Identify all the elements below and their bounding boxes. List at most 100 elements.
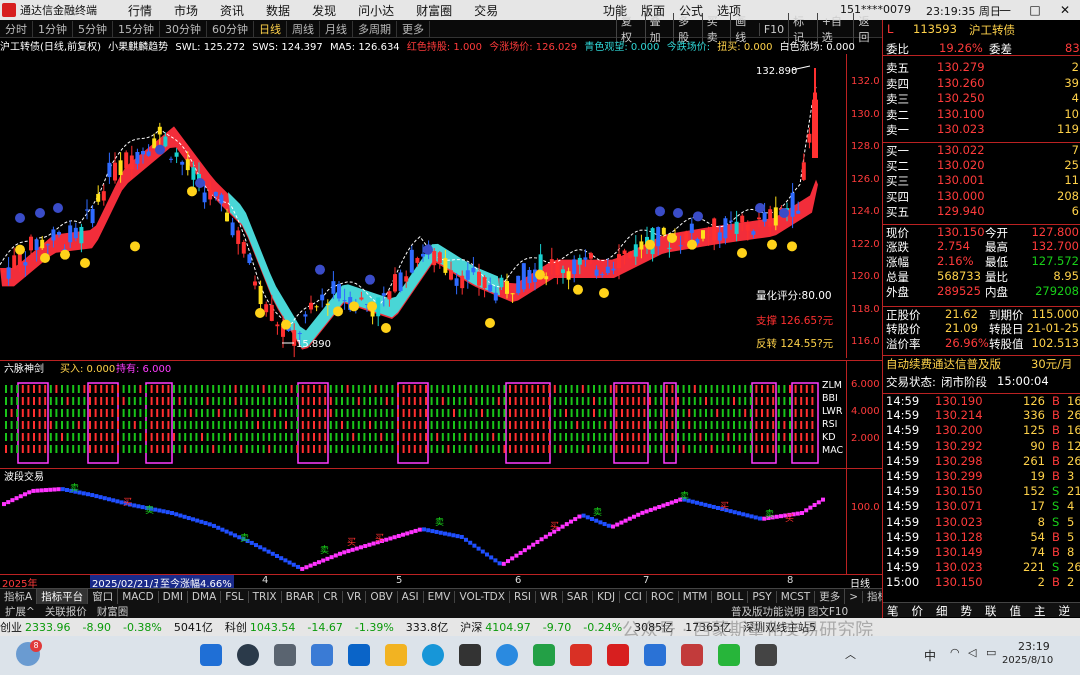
quote-tab[interactable]: 主 [1034, 603, 1046, 619]
bid-row[interactable]: 买四 130.000 208 [883, 189, 1080, 204]
menu-shuju[interactable]: 数据 [255, 2, 301, 19]
indicator-tab[interactable]: MTM [679, 590, 713, 603]
indicator-tab[interactable]: DMA [188, 590, 222, 603]
promo-row[interactable]: 自动续费通达信普及版 30元/月 [883, 355, 1080, 372]
menu-zixun[interactable]: 资讯 [209, 2, 255, 19]
quote-tab[interactable]: 势 [961, 603, 973, 619]
vscode-icon[interactable] [644, 644, 666, 666]
indicator-tab[interactable]: 窗口 [88, 589, 119, 604]
taskview-icon[interactable] [274, 644, 296, 666]
indicator-tab[interactable]: 指标B [863, 589, 882, 604]
indicator-tab[interactable]: ASI [398, 590, 424, 603]
indicator-tab[interactable]: VR [343, 590, 367, 603]
indicator-tab[interactable]: MACD [118, 590, 159, 603]
indicator-tab[interactable]: 指标A [0, 589, 38, 604]
indicator-tab[interactable]: BRAR [282, 590, 320, 603]
bodong-panel[interactable]: 波段交易卖卖卖卖卖卖卖卖买买 买买买买 [0, 468, 846, 574]
wechat-icon[interactable] [718, 644, 740, 666]
taskbar-date[interactable]: 2025/8/10 [1002, 655, 1053, 666]
index-item[interactable]: 沪深 4104.97 [460, 619, 537, 635]
wealth-circle-tab[interactable]: 财富圈 [92, 604, 134, 619]
indicator-tab[interactable]: CR [319, 590, 343, 603]
index-item[interactable]: -9.70 [543, 621, 577, 634]
quote-tab[interactable]: 逆 [1059, 603, 1071, 619]
wifi-icon[interactable]: ◠ [950, 646, 960, 659]
tool-f10[interactable]: F10 [758, 22, 788, 36]
menu-faxian[interactable]: 发现 [301, 2, 347, 19]
bid-row[interactable]: 买二 130.020 25 [883, 158, 1080, 173]
indicator-tab[interactable]: FSL [221, 590, 249, 603]
quote-tab[interactable]: 价 [912, 603, 924, 619]
maximize-button[interactable]: □ [1020, 3, 1050, 17]
quote-tab[interactable]: 值 [1010, 603, 1022, 619]
wps-icon[interactable] [570, 644, 592, 666]
indicator-tab[interactable]: DMI [159, 590, 188, 603]
indicator-tab[interactable]: MCST [777, 590, 816, 603]
candlestick-chart[interactable]: 132.89015.890量化评分:80.00支撑 126.65?元反转 124… [0, 54, 846, 358]
promo-text[interactable]: 自动续费通达信普及版 [886, 356, 1001, 372]
index-item[interactable]: -14.67 [307, 621, 348, 634]
index-item[interactable]: 333.8亿 [406, 619, 455, 635]
period-1min[interactable]: 1分钟 [33, 20, 73, 37]
index-item[interactable]: 科创 1043.54 [225, 619, 302, 635]
ask-row[interactable]: 卖二 130.100 10 [883, 107, 1080, 122]
index-item[interactable]: -8.90 [83, 621, 117, 634]
index-item[interactable]: -1.39% [355, 621, 400, 634]
period-more[interactable]: 更多 [397, 20, 430, 37]
period-30min[interactable]: 30分钟 [160, 20, 207, 37]
menu-shichang[interactable]: 市场 [163, 2, 209, 19]
menu-jiaoyi[interactable]: 交易 [463, 2, 509, 19]
ask-row[interactable]: 卖五 130.279 2 [883, 60, 1080, 75]
period-daily[interactable]: 日线 [254, 20, 287, 37]
browser-icon[interactable] [496, 644, 518, 666]
store-icon[interactable] [311, 644, 333, 666]
bid-row[interactable]: 买三 130.001 11 [883, 173, 1080, 188]
ppt-icon[interactable] [681, 644, 703, 666]
tdx-icon[interactable] [607, 644, 629, 666]
period-weekly[interactable]: 周线 [287, 20, 320, 37]
period-15min[interactable]: 15分钟 [113, 20, 160, 37]
promo-price[interactable]: 30元/月 [1031, 356, 1073, 372]
volume-icon[interactable]: ◁ [968, 646, 976, 659]
indicator-tab[interactable]: 更多 [815, 589, 846, 604]
indicator-tab[interactable]: PSY [748, 590, 777, 603]
menu-caifuquan[interactable]: 财富圈 [405, 2, 463, 19]
expand-tab[interactable]: 扩展^ [0, 604, 40, 619]
taskbar-time[interactable]: 23:19 [1018, 640, 1050, 653]
indicator-tab[interactable]: WR [536, 590, 563, 603]
indicator-tab[interactable]: CCI [620, 590, 647, 603]
green-app-icon[interactable] [533, 644, 555, 666]
screen-app-icon[interactable] [755, 644, 777, 666]
bid-row[interactable]: 买一 130.022 7 [883, 142, 1080, 158]
period-fenshi[interactable]: 分时 [0, 20, 33, 37]
related-quote-tab[interactable]: 关联报价 [40, 604, 92, 619]
index-item[interactable]: 5041亿 [174, 619, 219, 635]
indicator-tab[interactable]: VOL-TDX [455, 590, 510, 603]
menu-hangqing[interactable]: 行情 [117, 2, 163, 19]
period-60min[interactable]: 60分钟 [207, 20, 254, 37]
cube-app-icon[interactable] [459, 644, 481, 666]
menu-wenxiaoda[interactable]: 问小达 [347, 2, 405, 19]
period-multi[interactable]: 多周期 [353, 20, 397, 37]
indicator-tab[interactable]: OBV [366, 590, 398, 603]
ask-row[interactable]: 卖四 130.260 39 [883, 76, 1080, 91]
ask-row[interactable]: 卖一 130.023 119 [883, 122, 1080, 137]
indicator-tab[interactable]: > [845, 590, 864, 603]
outlook-icon[interactable] [348, 644, 370, 666]
indicator-tab[interactable]: RSI [510, 590, 536, 603]
tray-chevron-icon[interactable]: ︿ [845, 646, 856, 662]
period-5min[interactable]: 5分钟 [73, 20, 113, 37]
indicator-name[interactable]: 小果麒麟趋势 [108, 42, 168, 53]
search-icon[interactable] [237, 644, 259, 666]
indicator-tab[interactable]: ROC [647, 590, 679, 603]
indicator-tab[interactable]: EMV [424, 590, 456, 603]
quote-tab[interactable]: 笔 [887, 603, 899, 619]
start-icon[interactable] [200, 644, 222, 666]
edge-icon[interactable] [422, 644, 444, 666]
quote-tab[interactable]: 联 [985, 603, 997, 619]
ime-indicator[interactable]: 中 [924, 647, 936, 664]
index-item[interactable]: -0.38% [123, 621, 168, 634]
folder-icon[interactable] [385, 644, 407, 666]
period-monthly[interactable]: 月线 [320, 20, 353, 37]
indicator-tab[interactable]: KDJ [593, 590, 621, 603]
